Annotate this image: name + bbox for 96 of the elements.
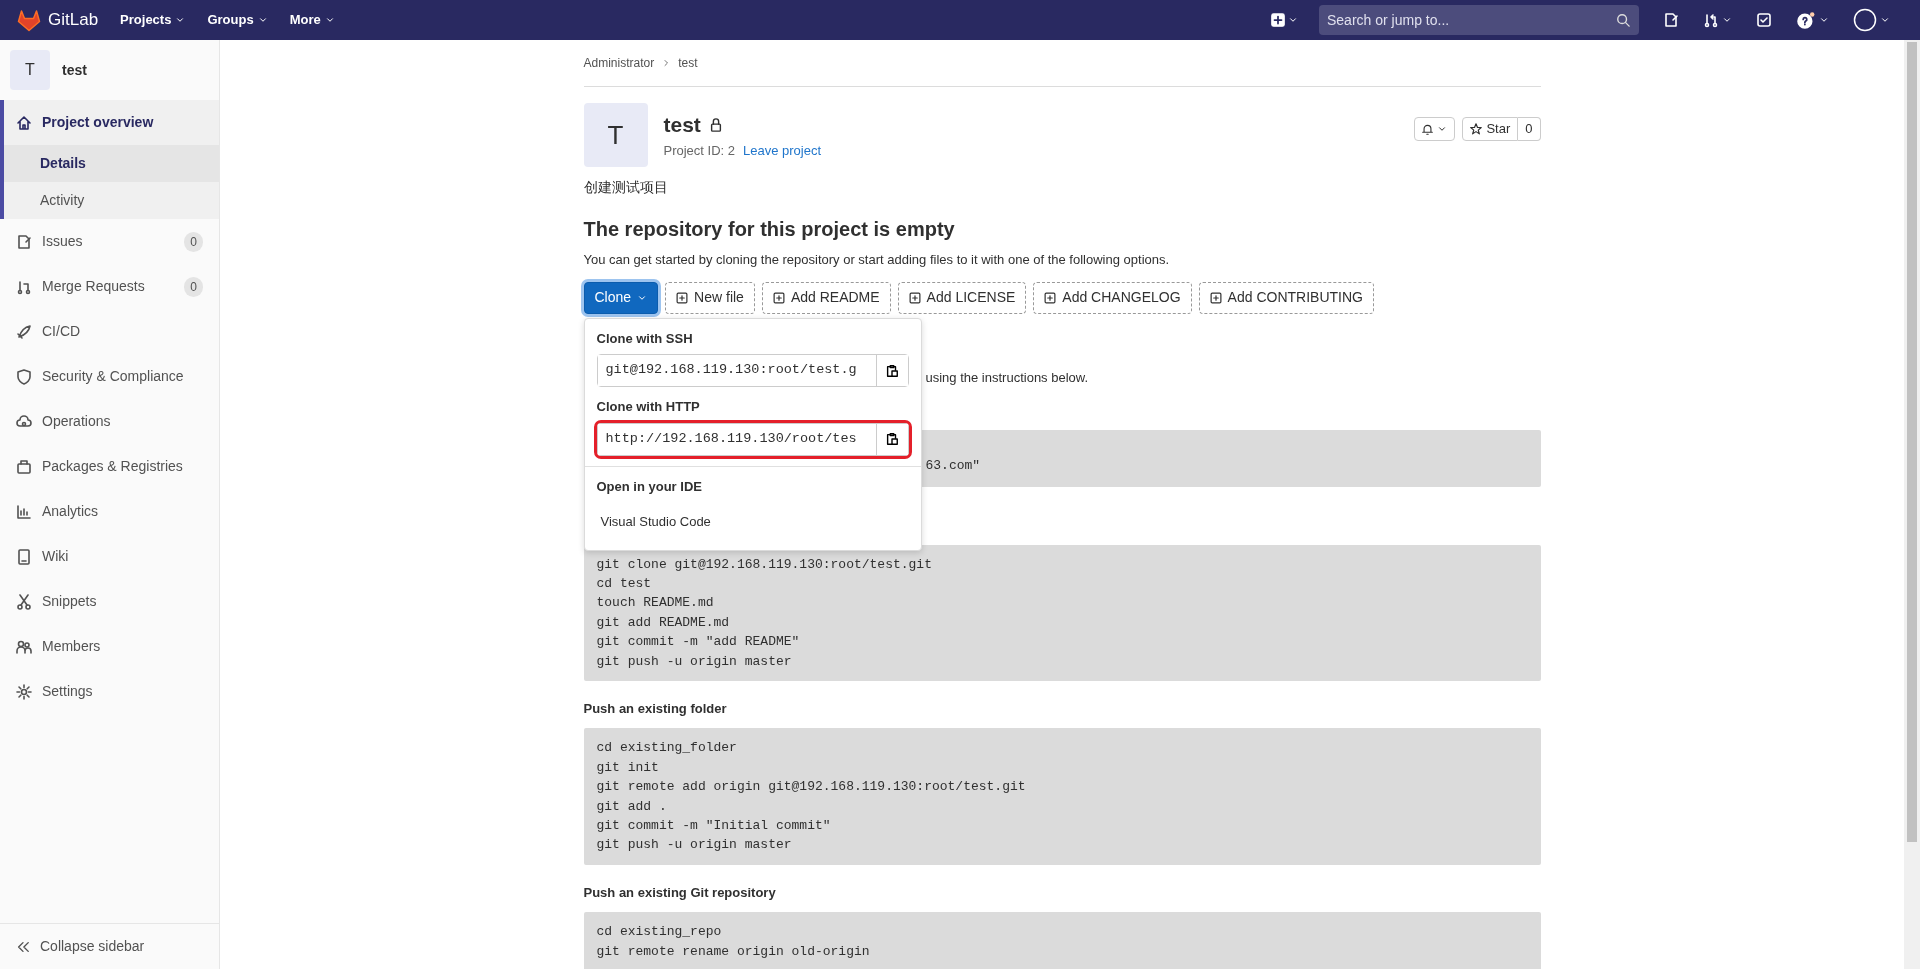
shield-icon [16, 368, 32, 385]
instructions-text: using the instructions below. [925, 369, 1089, 385]
plus-square-icon [908, 291, 921, 304]
plus-square-icon[interactable] [1271, 13, 1285, 27]
add-file-button[interactable]: Add CONTRIBUTING [1198, 281, 1374, 314]
search-field[interactable]: Search or jump to... [1319, 5, 1639, 35]
count-badge: 0 [184, 276, 203, 297]
sidebar-item[interactable]: Merge Requests 0 [0, 264, 219, 309]
sidebar-subitem[interactable]: Activity [4, 182, 219, 219]
merge-request-icon[interactable] [1703, 12, 1719, 28]
project-avatar: T [10, 50, 50, 90]
rocket-icon [16, 323, 32, 340]
sidebar-item[interactable]: Settings [0, 669, 219, 714]
sidebar-subitem[interactable]: Details [4, 145, 219, 182]
chart-icon [16, 503, 32, 520]
caret-icon [324, 15, 335, 25]
copy-button[interactable] [875, 355, 908, 386]
section-title: Clone with SSH [595, 329, 694, 348]
cloud-icon [16, 413, 32, 430]
breadcrumb-link[interactable]: test [678, 54, 698, 72]
scissors-icon [16, 593, 32, 610]
section-heading: Push an existing Git repository [583, 883, 777, 902]
scrollbar[interactable] [1904, 40, 1920, 969]
sidebar-item[interactable]: Security & Compliance [0, 354, 219, 399]
ide-option[interactable]: Visual Studio Code [584, 502, 921, 542]
project-name[interactable]: test [62, 59, 87, 81]
code-block: git clone git@192.168.119.130:root/test.git cd test touch README.md git add README.md git commit -m "add README" git push -u origin master [583, 544, 1541, 681]
nav-menu[interactable]: Groups [207, 10, 268, 30]
plus-square-icon [772, 291, 785, 304]
clipboard-icon [885, 432, 899, 446]
code-block: cd existing_folder git init git remote add origin git@192.168.119.130:root/test.git git add . git commit -m "Initial commit" git push -u origin master [583, 728, 1541, 865]
section-title: Clone with HTTP [595, 398, 701, 416]
count-badge: 0 [184, 231, 203, 252]
todo-icon[interactable] [1756, 12, 1772, 28]
sidebar-item[interactable]: Operations [0, 399, 219, 444]
nav-menu[interactable]: Projects [120, 10, 186, 30]
add-file-button[interactable]: New file [665, 281, 755, 314]
book-icon [16, 548, 32, 565]
sidebar-item[interactable]: Project overview [4, 100, 219, 145]
empty-heading: The repository for this project is empty [583, 217, 956, 242]
sidebar-item[interactable]: Packages & Registries [0, 444, 219, 489]
breadcrumb-link[interactable]: Administrator [583, 54, 655, 72]
notification-button[interactable] [1414, 117, 1456, 141]
merge-request-icon [16, 278, 32, 295]
add-file-button[interactable]: Add README [761, 281, 891, 314]
help-icon[interactable] [1796, 11, 1816, 29]
project-avatar: T [583, 103, 648, 167]
caret-icon [175, 15, 186, 25]
logo-icon [16, 8, 42, 32]
clone-url-field[interactable]: http://192.168.119.130/root/tes [596, 422, 909, 456]
sidebar-item[interactable]: Analytics [0, 489, 219, 534]
star-icon [1470, 123, 1483, 135]
nav-menu[interactable]: More [289, 10, 335, 30]
collapse-sidebar-button[interactable]: Collapse sidebar [0, 923, 219, 969]
leave-project-link[interactable]: Leave project [743, 140, 822, 160]
star-button[interactable]: Star [1462, 117, 1519, 141]
clone-button[interactable]: Clone [583, 281, 659, 314]
overview-icon [16, 114, 32, 131]
copy-button[interactable] [875, 423, 908, 455]
plus-square-icon [1044, 291, 1057, 304]
clipboard-icon [885, 363, 899, 378]
sidebar-item[interactable]: Members [0, 624, 219, 669]
chevrons-left-icon [16, 939, 30, 954]
caret-icon [1288, 15, 1298, 25]
issues-icon [16, 233, 32, 250]
clone-url-field[interactable]: git@192.168.119.130:root/test.g [596, 354, 909, 387]
empty-description: You can get started by cloning the repository or start adding files to it with one of the following options. [583, 251, 1171, 269]
package-icon [16, 458, 32, 475]
search-icon [1616, 13, 1630, 27]
issues-icon[interactable] [1663, 12, 1679, 28]
caret-icon [1880, 15, 1890, 25]
project-id: Project ID: 2 [663, 141, 736, 160]
caret-icon [1819, 15, 1829, 25]
chevron-right-icon [662, 59, 671, 67]
sidebar-item[interactable]: Wiki [0, 534, 219, 579]
caret-icon [1722, 15, 1732, 25]
users-icon [16, 638, 32, 655]
sidebar-item[interactable]: Snippets [0, 579, 219, 624]
caret-icon [1437, 124, 1448, 134]
lock-icon [708, 117, 723, 132]
project-title: test [663, 112, 701, 138]
settings-icon [16, 683, 32, 700]
section-heading: Push an existing folder [583, 699, 728, 718]
code-block: cd existing_repo git remote rename origin old-origin [583, 912, 1541, 969]
project-description: 创建测试项目 [583, 178, 669, 197]
add-file-button[interactable]: Add LICENSE [897, 281, 1027, 314]
avatar-icon[interactable] [1853, 8, 1877, 32]
plus-square-icon [1209, 291, 1222, 304]
star-count[interactable]: 0 [1518, 117, 1541, 141]
bell-icon [1422, 123, 1434, 135]
sidebar-item[interactable]: Issues 0 [0, 219, 219, 264]
plus-square-icon [676, 291, 689, 304]
brand-name[interactable]: GitLab [48, 7, 99, 33]
sidebar-item[interactable]: CI/CD [0, 309, 219, 354]
caret-icon [257, 15, 268, 25]
add-file-button[interactable]: Add CHANGELOG [1033, 281, 1192, 314]
